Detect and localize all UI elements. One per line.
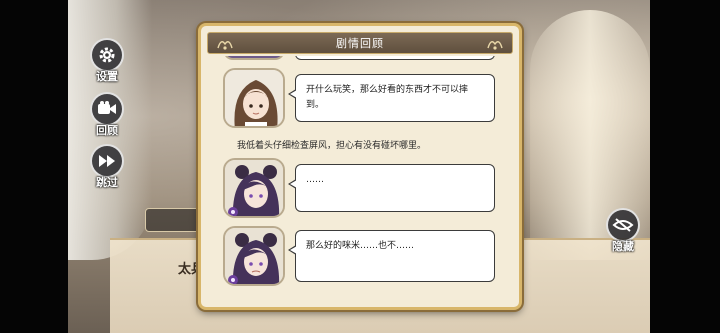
narration-text: 我低着头仔细检查屏风，担心有没有碰坏哪里。 xyxy=(237,141,427,151)
dialogue-text: …… xyxy=(306,175,324,185)
review-label: 回顾 xyxy=(96,124,118,137)
ornament-icon xyxy=(487,41,503,50)
dialogue-text: 开什么玩笑，那么好看的东西才不可以摔到。 xyxy=(306,85,469,110)
avatar-purple-hair-boy xyxy=(223,158,285,218)
letterbox-right xyxy=(650,0,720,333)
story-review-panel[interactable]: 剧情回顾 开什么玩笑，那么好看的东西才不可以摔到。 我低着头仔细检查屏风，担心有… xyxy=(198,23,522,310)
settings-button[interactable]: 设置 xyxy=(88,38,126,84)
avatar-brown-hair-girl xyxy=(223,68,285,128)
speech-bubble xyxy=(295,56,495,60)
review-button[interactable]: 回顾 xyxy=(88,92,126,138)
fast-forward-icon xyxy=(90,144,124,178)
speech-bubble: 那么好的咪米……也不…… xyxy=(288,230,495,282)
speech-bubble: …… xyxy=(288,164,495,212)
skip-button[interactable]: 跳过 xyxy=(88,144,126,190)
review-list[interactable]: 开什么玩笑，那么好看的东西才不可以摔到。 我低着头仔细检查屏风，担心有没有碰坏哪… xyxy=(209,56,509,306)
camera-icon xyxy=(90,92,124,126)
settings-label: 设置 xyxy=(96,70,118,83)
panel-title: 剧情回顾 xyxy=(336,37,384,50)
hide-label: 隐藏 xyxy=(612,240,634,253)
dialogue-text: 那么好的咪米……也不…… xyxy=(306,241,415,251)
ornament-icon xyxy=(217,41,233,50)
panel-header: 剧情回顾 xyxy=(207,32,513,54)
letterbox-left xyxy=(0,0,68,333)
eye-hidden-icon xyxy=(606,208,640,242)
avatar xyxy=(223,56,285,60)
hide-ui-button[interactable]: 隐藏 xyxy=(603,208,643,254)
speech-bubble: 开什么玩笑，那么好看的东西才不可以摔到。 xyxy=(288,74,495,122)
skip-label: 跳过 xyxy=(96,176,118,189)
gear-icon xyxy=(90,38,124,72)
avatar-purple-hair-boy xyxy=(223,226,285,286)
